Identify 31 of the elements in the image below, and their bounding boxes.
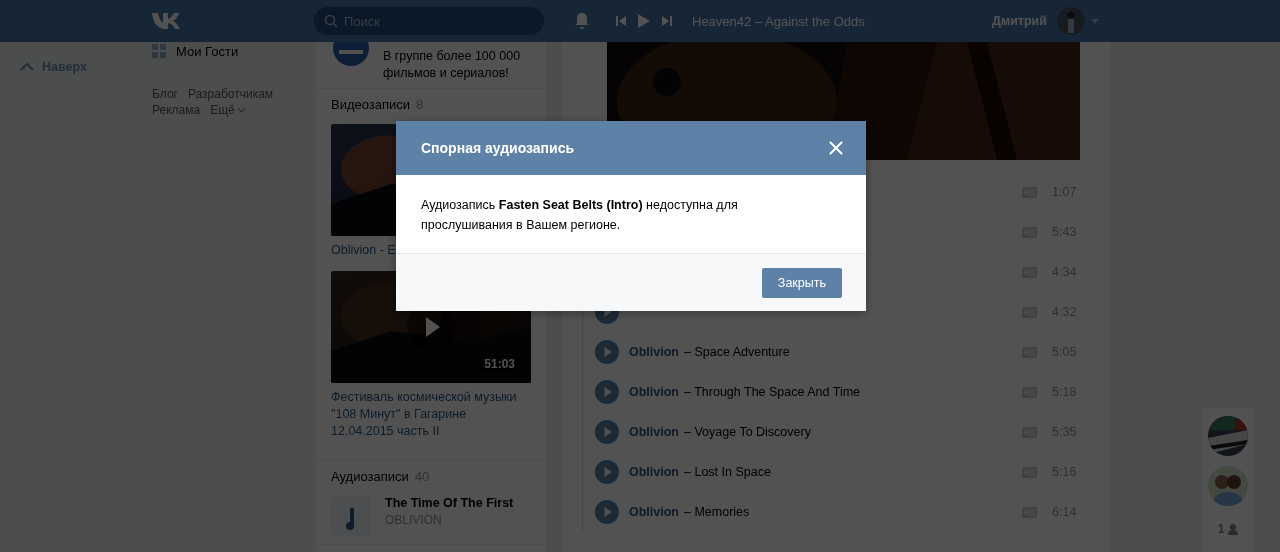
dialog-title: Спорная аудиозапись (421, 140, 575, 156)
track-title[interactable]: – Through The Space And Time (684, 385, 1022, 399)
person-icon (1228, 523, 1239, 535)
track-artist[interactable]: Oblivion (629, 505, 679, 519)
dialog-message: Аудиозапись Fasten Seat Belts (Intro) недоступна для прослушивания в Вашем регионе. (421, 198, 738, 232)
chevron-up-icon (20, 63, 34, 71)
track-title[interactable]: – Memories (684, 505, 1022, 519)
track-title[interactable]: – Lost In Space (684, 465, 1022, 479)
close-button[interactable] (828, 140, 844, 156)
user-avatar[interactable] (1056, 7, 1085, 35)
video-caption[interactable]: Фестиваль космической музыки "108 Минут" в Гагарине 12.04.2015 часть II (331, 389, 531, 440)
menu-item[interactable]: Мои Гости (150, 43, 300, 59)
grid-icon (152, 44, 166, 58)
section-title[interactable]: Видеозаписи (331, 97, 411, 112)
friend-avatar[interactable] (1208, 416, 1248, 456)
section-title[interactable]: Аудиозаписи (331, 469, 409, 484)
track-artist[interactable]: Oblivion (629, 425, 679, 439)
previous-track-icon[interactable] (616, 16, 626, 26)
group-description: В группе более 100 000 фильмов и сериалов! (383, 48, 522, 82)
track-artist[interactable]: Oblivion (629, 345, 679, 359)
friend-avatar[interactable] (1208, 466, 1248, 506)
search-icon (324, 14, 338, 28)
track-title[interactable]: – Space Adventure (684, 345, 1022, 359)
track-artist[interactable]: Oblivion (629, 465, 679, 479)
track-artist[interactable]: Oblivion (629, 385, 679, 399)
notification-bell-icon[interactable] (574, 12, 590, 30)
close-dialog-button[interactable]: Закрыть (761, 267, 842, 298)
caret-icon[interactable] (1090, 18, 1099, 24)
track-title[interactable]: – Voyage To Discovery (684, 425, 1022, 439)
audio-title[interactable]: The Time Of The First (385, 496, 514, 510)
next-track-icon[interactable] (662, 16, 672, 26)
